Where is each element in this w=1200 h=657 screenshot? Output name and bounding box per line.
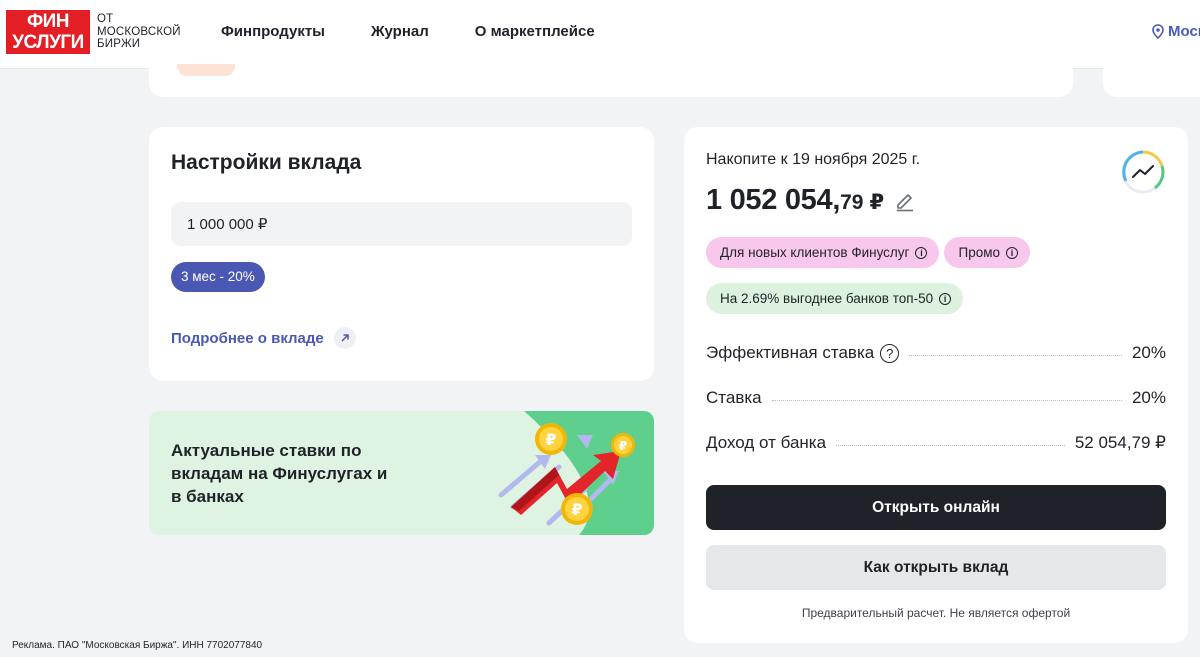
svg-text:₽: ₽ — [545, 430, 556, 449]
logo-subtitle: ОТ МОСКОВСКОЙ БИРЖИ — [97, 13, 181, 51]
tag-label: Для новых клиентов Финуслуг — [720, 245, 910, 260]
main-nav: Финпродукты Журнал О маркетплейсе — [221, 23, 595, 40]
logo-sub-line: ОТ — [97, 13, 114, 25]
city-name: Моск — [1168, 23, 1200, 40]
dotted-leader — [909, 354, 1122, 356]
disclaimer-text: Предварительный расчет. Не является офер… — [801, 606, 1071, 620]
info-icon: i — [1006, 246, 1018, 259]
row-value: 20% — [1131, 388, 1166, 407]
dotted-leader — [771, 399, 1122, 401]
tag-label: Промо — [958, 245, 1000, 260]
sum-currency: ₽ — [869, 191, 885, 214]
nav-finproducts[interactable]: Финпродукты — [221, 23, 325, 40]
nav-journal[interactable]: Журнал — [371, 23, 429, 40]
better-than-banks-tag[interactable]: На 2.69% выгоднее банков топ-50 i — [706, 283, 964, 314]
finuslugi-logo[interactable]: ФИН УСЛУГИ ОТ МОСКОВСКОЙ БИРЖИ — [6, 10, 181, 54]
tag-label: На 2.69% выгоднее банков топ-50 — [720, 291, 934, 306]
deposit-tags: Для новых клиентов Финуслуг i Промо i — [706, 237, 1030, 268]
logo-red-block: ФИН УСЛУГИ — [6, 10, 90, 54]
pencil-icon[interactable] — [894, 190, 916, 212]
dotted-leader — [836, 444, 1065, 446]
new-clients-tag[interactable]: Для новых клиентов Финуслуг i — [706, 237, 940, 268]
city-selector[interactable]: Моск — [1152, 23, 1200, 40]
previous-card — [149, 60, 1073, 97]
nav-about-marketplace[interactable]: О маркетплейсе — [475, 23, 595, 40]
coin-icon: ₽ — [611, 433, 635, 457]
open-online-button[interactable]: Открыть онлайн — [706, 485, 1166, 530]
logo-sub-line: МОСКОВСКОЙ — [97, 25, 181, 38]
ad-disclaimer: Реклама. ПАО "Московская Биржа". ИНН 770… — [12, 640, 263, 651]
peach-badge-fragment — [177, 64, 235, 76]
sum-kopecks: 79 — [840, 191, 864, 214]
previous-side-card — [1103, 60, 1200, 97]
row-label: Эффективная ставка — [706, 343, 875, 362]
coin-icon: ₽ — [561, 493, 593, 525]
settings-title: Настройки вклада — [171, 151, 362, 174]
effective-rate-row: Эффективная ставка ? 20% — [706, 343, 1166, 363]
info-icon: i — [939, 292, 952, 305]
promo-tag[interactable]: Промо i — [944, 237, 1030, 268]
comparison-tags: На 2.69% выгоднее банков топ-50 i — [706, 283, 964, 314]
accumulate-date-label: Накопите к 19 ноября 2025 г. — [706, 151, 921, 168]
deposit-amount-input[interactable] — [171, 202, 632, 246]
rates-promo-banner[interactable]: Актуальные ставки по вкладам на Финуслуг… — [149, 411, 654, 535]
top-header: ФИН УСЛУГИ ОТ МОСКОВСКОЙ БИРЖИ Финпродук… — [0, 0, 1200, 69]
deposit-details-link[interactable]: Подробнее о вкладе — [171, 327, 356, 349]
logo-text-uslugi: УСЛУГИ — [12, 32, 84, 53]
arrow-up-right-icon — [333, 327, 356, 349]
row-value: 52 054,79 ₽ — [1074, 433, 1166, 452]
bank-income-row: Доход от банка 52 054,79 ₽ — [706, 433, 1166, 453]
deposit-settings-card: Настройки вклада 3 мес - 20% Подробнее о… — [149, 127, 654, 381]
question-icon[interactable]: ? — [880, 343, 900, 363]
promo-text: Актуальные ставки по вкладам на Финуслуг… — [171, 441, 388, 506]
row-label: Доход от банка — [706, 433, 827, 452]
deposit-calculation-card: Накопите к 19 ноября 2025 г. 1 052 054, … — [684, 127, 1188, 643]
row-label: Ставка — [706, 388, 762, 407]
growth-coins-illustration: ₽ ₽ ₽ — [498, 411, 654, 535]
logo-sub-line: БИРЖИ — [97, 38, 141, 50]
svg-text:₽: ₽ — [619, 439, 627, 453]
info-icon: i — [915, 246, 928, 259]
svg-text:₽: ₽ — [571, 500, 582, 519]
term-rate-chip[interactable]: 3 мес - 20% — [171, 262, 265, 292]
coin-icon: ₽ — [535, 423, 567, 455]
accumulated-sum: 1 052 054, 79 ₽ — [706, 184, 916, 217]
logo-text-fin: ФИН — [26, 11, 70, 32]
sum-main: 1 052 054, — [706, 184, 841, 216]
rate-row: Ставка 20% — [706, 388, 1166, 408]
row-value: 20% — [1131, 343, 1166, 362]
how-to-open-button[interactable]: Как открыть вклад — [706, 545, 1166, 590]
trend-chart-icon[interactable] — [1120, 149, 1166, 195]
location-pin-icon — [1152, 24, 1164, 39]
deposit-details-label: Подробнее о вкладе — [171, 329, 324, 347]
